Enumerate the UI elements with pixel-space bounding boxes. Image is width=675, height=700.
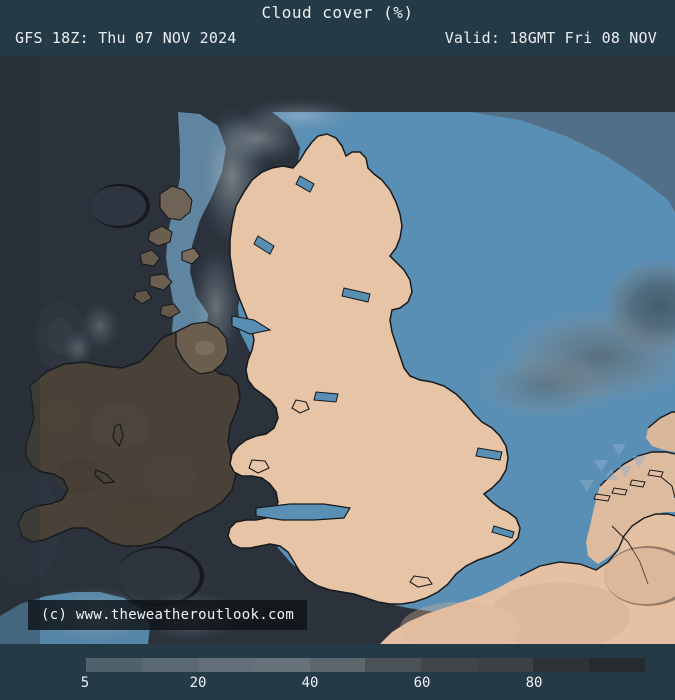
weather-map-page: Cloud cover (%) GFS 18Z: Thu 07 NOV 2024…: [0, 0, 675, 700]
page-title: Cloud cover (%): [261, 3, 414, 22]
colorbar-ticks: 5 20 40 60 80: [0, 675, 675, 697]
cloud-cover-map[interactable]: [0, 56, 675, 644]
colorbar-swatch-95: [589, 658, 645, 672]
colorbar-swatch-85: [533, 658, 590, 672]
colorbar-swatch-35: [253, 658, 310, 672]
colorbar-swatch-55: [365, 658, 422, 672]
colorbar-panel: 5 20 40 60 80: [0, 644, 675, 700]
colorbar-swatch-45: [309, 658, 366, 672]
west-edge-vignette: [0, 56, 40, 644]
model-run-label: GFS 18Z: Thu 07 NOV 2024: [15, 29, 237, 47]
colorbar-tick-label: 60: [413, 675, 431, 691]
colorbar-swatch-25: [197, 658, 254, 672]
colorbar-tick-label: 40: [301, 675, 319, 691]
watermark-text: (c) www.theweatheroutlook.com: [41, 607, 295, 623]
colorbar-swatch-15: [141, 658, 198, 672]
colorbar: [86, 658, 645, 672]
colorbar-swatch-75: [477, 658, 534, 672]
valid-time-label: Valid: 18GMT Fri 08 NOV: [444, 29, 657, 47]
colorbar-tick-label: 5: [80, 675, 90, 691]
map-header: Cloud cover (%) GFS 18Z: Thu 07 NOV 2024…: [0, 0, 675, 56]
watermark-bar: (c) www.theweatheroutlook.com: [28, 600, 308, 630]
colorbar-swatch-65: [421, 658, 478, 672]
map-canvas: [0, 56, 675, 644]
colorbar-swatch-5: [86, 658, 142, 672]
colorbar-tick-label: 20: [189, 675, 207, 691]
colorbar-tick-label: 80: [525, 675, 543, 691]
